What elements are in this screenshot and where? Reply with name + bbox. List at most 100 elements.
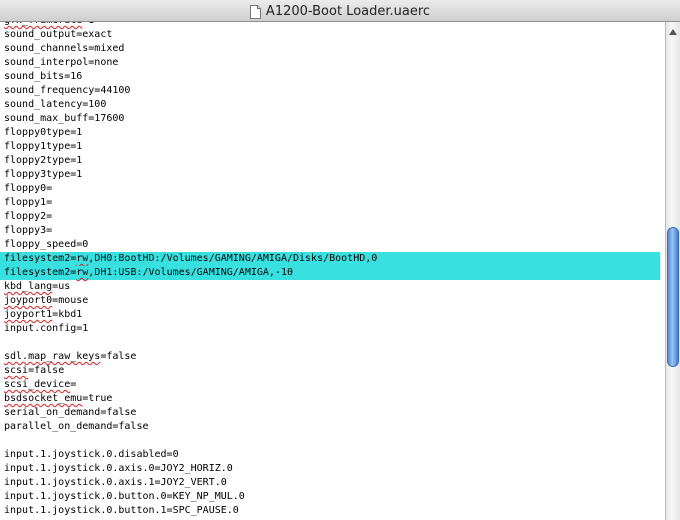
line-text: input.1.joystick.0.button.1=SPC_PAUSE.0	[4, 505, 239, 516]
line-text: floppy3type=1	[4, 169, 82, 180]
line-text-part: floppy1type=1	[4, 141, 83, 152]
text-line[interactable]: serial_on_demand=false	[4, 406, 665, 420]
line-text-part: =1	[82, 22, 94, 26]
text-line[interactable]: sound_interpol=none	[4, 56, 665, 70]
line-text-part: input.1.joystick.0.disabled=0	[4, 449, 179, 460]
line-text: input.1.joystick.0.axis.0=JOY2_HORIZ.0	[4, 463, 233, 474]
text-line[interactable]	[4, 336, 665, 350]
text-line[interactable]: floppy1type=1	[4, 140, 665, 154]
text-line[interactable]: input.1.joystick.0.disabled=0	[4, 448, 665, 462]
text-line[interactable]: sound_output=exact	[4, 28, 665, 42]
spelling-flagged-word: scsi_device	[4, 379, 71, 390]
text-line[interactable]: input.config=1	[4, 322, 665, 336]
line-text: floppy1type=1	[4, 141, 82, 152]
text-line[interactable]: sound_channels=mixed	[4, 42, 665, 56]
line-text-part: sound_bits=16	[4, 71, 83, 82]
line-text-part: serial_on_demand=false	[4, 407, 137, 418]
text-line[interactable]: kbd_lang=us	[4, 280, 665, 294]
line-text: floppy3=	[4, 225, 52, 236]
line-text: input.1.joystick.0.axis.1=JOY2_VERT.0	[4, 477, 227, 488]
line-text: floppy0=	[4, 183, 52, 194]
line-text: input.config=1	[4, 323, 88, 334]
scroll-thumb[interactable]	[667, 227, 679, 367]
text-line[interactable]: parallel_on_demand=false	[4, 420, 665, 434]
text-line[interactable]: floppy0=	[4, 182, 665, 196]
line-text-part: input.config=1	[4, 323, 89, 334]
line-text-part: ,DH0:BootHD:/Volumes/GAMING/AMIGA/Disks/…	[88, 253, 378, 264]
line-text-part: sound_interpol=none	[4, 57, 119, 68]
line-text-part: floppy1=	[4, 197, 53, 208]
line-text-part: input.1.joystick.0.axis.0=JOY2_HORIZ.0	[4, 463, 233, 474]
line-text: sound_output=exact	[4, 29, 112, 40]
line-text: serial_on_demand=false	[4, 407, 136, 418]
text-line[interactable]: bsdsocket_emu=true	[4, 392, 665, 406]
line-text: kbd_lang=us	[4, 281, 70, 292]
line-text: joyport0=mouse	[4, 295, 88, 306]
text-line[interactable]: input.1.joystick.0.button.1=SPC_PAUSE.0	[4, 504, 665, 518]
text-line[interactable]: floppy_speed=0	[4, 238, 665, 252]
spelling-flagged-word: rw	[76, 267, 89, 278]
spelling-flagged-word: sdl.map_raw_keys	[4, 351, 101, 362]
text-line[interactable]: scsi=false	[4, 364, 665, 378]
document-icon	[249, 4, 261, 19]
text-line[interactable]	[4, 434, 665, 448]
line-text: input.1.joystick.0.button.0=KEY_NP_MUL.0	[4, 491, 245, 502]
line-text: scsi_device=	[4, 379, 76, 390]
text-line[interactable]: sdl.map_raw_keys=false	[4, 350, 665, 364]
line-text-part: floppy0type=1	[4, 127, 83, 138]
line-text-part: floppy3type=1	[4, 169, 83, 180]
text-line[interactable]: input.1.joystick.0.axis.1=JOY2_VERT.0	[4, 476, 665, 490]
text-line[interactable]: floppy1=	[4, 196, 665, 210]
line-text-part: sound_frequency=44100	[4, 85, 131, 96]
line-text-part: floppy0=	[4, 183, 53, 194]
line-text-part: input.1.joystick.0.button.0=KEY_NP_MUL.0	[4, 491, 245, 502]
line-text-part: =us	[52, 281, 71, 292]
text-line[interactable]: floppy3=	[4, 224, 665, 238]
line-text: gfx_framerate=1	[4, 22, 94, 26]
text-lines: gfx_framerate=1 sound_output=exact sound_c…	[0, 22, 665, 518]
line-text-part: filesystem2=	[4, 253, 77, 264]
spelling-flagged-word: scsi	[4, 365, 29, 376]
line-text-part: floppy2=	[4, 211, 53, 222]
text-line[interactable]: floppy0type=1	[4, 126, 665, 140]
line-text: input.1.joystick.0.disabled=0	[4, 449, 179, 460]
line-text: sound_latency=100	[4, 99, 106, 110]
text-line[interactable]: sound_max_buff=17600	[4, 112, 665, 126]
text-line[interactable]: joyport0=mouse	[4, 294, 665, 308]
line-text: sound_frequency=44100	[4, 85, 130, 96]
line-text-part: =false	[100, 351, 137, 362]
line-text-part: =false	[28, 365, 65, 376]
text-editor[interactable]: gfx_framerate=1 sound_output=exact sound_c…	[0, 22, 665, 520]
text-line[interactable]: scsi_device=	[4, 378, 665, 392]
line-text-part: input.1.joystick.0.button.1=SPC_PAUSE.0	[4, 505, 239, 516]
text-line[interactable]: floppy2type=1	[4, 154, 665, 168]
text-line[interactable]: input.1.joystick.0.button.0=KEY_NP_MUL.0	[4, 490, 665, 504]
spelling-flagged-word: rw	[76, 253, 89, 264]
line-text: sdl.map_raw_keys=false	[4, 351, 136, 362]
vertical-scrollbar[interactable]	[665, 22, 680, 520]
selected-text-line[interactable]: filesystem2=rw,DH1:USB:/Volumes/GAMING/A…	[0, 266, 665, 280]
text-line[interactable]: sound_frequency=44100	[4, 84, 665, 98]
title-bar: A1200-Boot Loader.uaerc	[0, 0, 680, 22]
line-text-part: input.1.joystick.0.axis.1=JOY2_VERT.0	[4, 477, 227, 488]
line-text: joyport1=kbd1	[4, 309, 82, 320]
line-text-part: ,DH1:USB:/Volumes/GAMING/AMIGA,-10	[88, 267, 293, 278]
text-line[interactable]: floppy2=	[4, 210, 665, 224]
scroll-up-arrow-icon[interactable]	[669, 29, 677, 35]
line-text-part: =true	[82, 393, 113, 404]
line-text: scsi=false	[4, 365, 64, 376]
line-text: bsdsocket_emu=true	[4, 393, 112, 404]
line-text-part: =kbd1	[52, 309, 83, 320]
selected-text-line[interactable]: filesystem2=rw,DH0:BootHD:/Volumes/GAMIN…	[0, 252, 665, 266]
line-text-part: floppy2type=1	[4, 155, 83, 166]
line-text: floppy2=	[4, 211, 52, 222]
text-line[interactable]: joyport1=kbd1	[4, 308, 665, 322]
line-text-part: floppy_speed=0	[4, 239, 89, 250]
line-text: floppy1=	[4, 197, 52, 208]
line-text: filesystem2=rw,DH1:USB:/Volumes/GAMING/A…	[4, 267, 293, 278]
text-line[interactable]: sound_latency=100	[4, 98, 665, 112]
line-text-part: sound_output=exact	[4, 29, 113, 40]
text-line[interactable]: input.1.joystick.0.axis.0=JOY2_HORIZ.0	[4, 462, 665, 476]
text-line[interactable]: floppy3type=1	[4, 168, 665, 182]
text-line[interactable]: sound_bits=16	[4, 70, 665, 84]
